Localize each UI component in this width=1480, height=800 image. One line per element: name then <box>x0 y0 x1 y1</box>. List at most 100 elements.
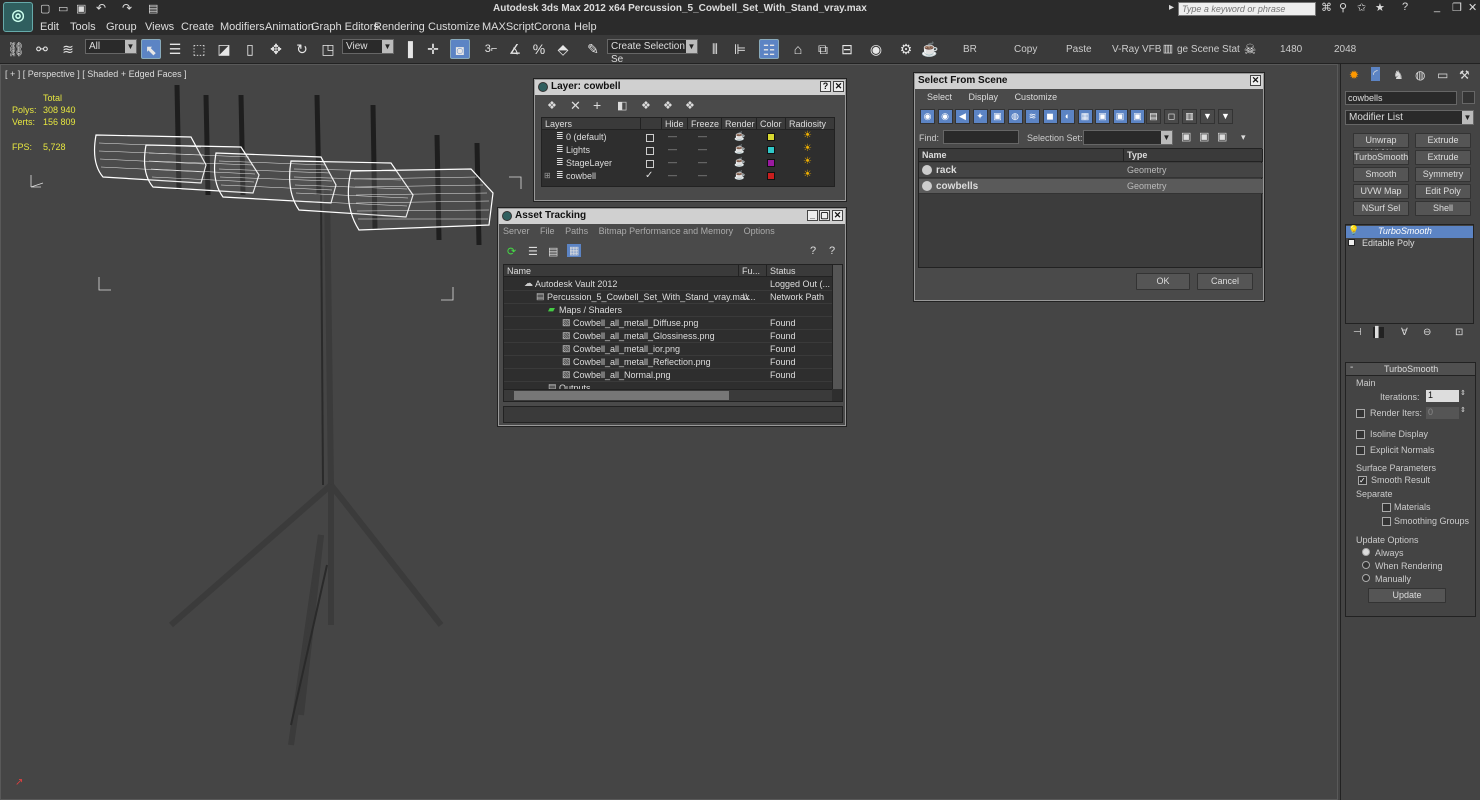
align-icon[interactable]: ⊫ <box>730 39 750 59</box>
manually-radio[interactable] <box>1362 574 1370 582</box>
scene-object-name[interactable]: cowbells <box>936 181 978 192</box>
spinner-arrows-icon[interactable]: ⇕ <box>1460 406 1466 414</box>
scene-stats-icon[interactable]: ▥ <box>1161 39 1175 59</box>
layer-window-titlebar[interactable]: Layer: cowbell ? ✕ <box>535 80 845 95</box>
named-selection-set-dropdown[interactable]: Create Selection Se ▼ <box>607 39 698 65</box>
quick-access-save-icon[interactable]: ▣ <box>76 2 86 15</box>
options-arrow-icon[interactable]: ▾ <box>1241 132 1246 143</box>
modifier-button[interactable]: Edit Poly <box>1415 184 1471 199</box>
hide-dash-icon[interactable]: — <box>668 170 677 180</box>
menu-rendering[interactable]: Rendering <box>374 21 425 33</box>
col-freeze[interactable]: Freeze <box>688 118 722 130</box>
menu-tools[interactable]: Tools <box>70 21 96 33</box>
col-name[interactable]: Name <box>504 265 739 277</box>
layer-row[interactable]: ≣ StageLayer — — ☕ ☀ <box>542 156 834 170</box>
hide-dash-icon[interactable]: — <box>668 131 677 141</box>
help-icon[interactable]: ? <box>1402 1 1408 13</box>
asset-row[interactable]: ▤ Percussion_5_Cowbell_Set_With_Stand_vra… <box>504 291 832 304</box>
display-lights-icon[interactable]: ✦ <box>972 109 988 124</box>
utilities-tab-icon[interactable]: ⚒ <box>1459 68 1470 82</box>
asset-name[interactable]: Cowbell_all_metall_Diffuse.png <box>573 318 698 328</box>
menu-group[interactable]: Group <box>106 21 137 33</box>
toolbar-vray-vfb[interactable]: V-Ray VFB <box>1112 44 1161 55</box>
select-none-icon[interactable]: ▣ <box>1199 130 1209 143</box>
material-editor-icon[interactable]: ◉ <box>866 39 886 59</box>
bind-to-space-warp-icon[interactable]: ≋ <box>58 39 78 59</box>
close-icon[interactable]: ✕ <box>1468 1 1477 14</box>
freeze-all-icon[interactable]: ❖ <box>685 99 695 112</box>
toolbar-paste[interactable]: Paste <box>1066 44 1092 55</box>
scene-object-row[interactable]: rack Geometry <box>919 163 1263 178</box>
vertical-scrollbar[interactable] <box>832 265 842 389</box>
menu-views[interactable]: Views <box>145 21 174 33</box>
asset-row[interactable]: ▰ Maps / Shaders <box>504 304 832 317</box>
close-icon[interactable]: ✕ <box>833 81 844 92</box>
star-icon[interactable]: ★ <box>1375 1 1385 14</box>
rotate-icon[interactable]: ↻ <box>292 39 312 59</box>
modifier-button[interactable]: Extrude <box>1415 150 1471 165</box>
help-icon[interactable]: ? <box>820 81 831 92</box>
asset-row[interactable]: ▧ Cowbell_all_metall_Reflection.png Found <box>504 356 832 369</box>
layer-name[interactable]: 0 (default) <box>566 132 607 142</box>
layer-row[interactable]: ⊞ ≣ cowbell ✓ — — ☕ ☀ <box>542 169 834 183</box>
render-teapot-icon[interactable]: ☕ <box>734 131 745 142</box>
freeze-dash-icon[interactable]: — <box>698 157 707 167</box>
schematic-view-icon[interactable]: ⊟ <box>837 39 857 59</box>
keyboard-shortcut-override-icon[interactable]: ◙ <box>450 39 470 59</box>
scene-geometry[interactable] <box>1 65 561 765</box>
selection-set-dropdown[interactable]: ▼ <box>1083 130 1173 145</box>
col-radiosity[interactable]: Radiosity <box>786 118 835 130</box>
asset-name[interactable]: Maps / Shaders <box>559 305 622 315</box>
display-spacewarps-icon[interactable]: ≋ <box>1025 109 1040 124</box>
add-to-layer-icon[interactable]: + <box>593 97 601 113</box>
col-full-path[interactable]: Fu... <box>739 265 767 277</box>
search-arrow-icon[interactable]: ▸ <box>1169 2 1174 13</box>
rollout-header[interactable]: - TurboSmooth <box>1346 362 1475 376</box>
app-logo-icon[interactable]: ◎ <box>3 2 33 32</box>
pin-stack-icon[interactable]: ⊣ <box>1353 327 1362 338</box>
table-view-icon[interactable]: ▦ <box>567 244 582 257</box>
help-icon[interactable]: ? <box>810 245 816 257</box>
render-teapot-icon[interactable]: ☕ <box>734 157 745 168</box>
freeze-dash-icon[interactable]: — <box>698 144 707 154</box>
filter-icon[interactable]: ▼ <box>1200 109 1215 124</box>
col-render[interactable]: Render <box>722 118 757 130</box>
asset-name[interactable]: Cowbell_all_metall_Glossiness.png <box>573 331 715 341</box>
reference-coordinate-dropdown[interactable]: View ▼ <box>342 39 394 54</box>
show-end-result-icon[interactable]: ▌ <box>1373 327 1385 338</box>
toolbar-copy[interactable]: Copy <box>1014 44 1037 55</box>
delete-layer-icon[interactable]: ✕ <box>570 98 581 114</box>
render-frame-icon[interactable]: ☕ <box>920 39 940 59</box>
list-view-icon[interactable]: ☰ <box>528 245 538 258</box>
stack-item-editable-poly[interactable]: Editable Poly <box>1346 238 1473 250</box>
binoculars-icon[interactable]: ⌘ <box>1321 1 1332 14</box>
refresh-icon[interactable]: ⟳ <box>507 245 516 258</box>
asset-row[interactable]: ▧ Cowbell_all_Normal.png Found <box>504 369 832 382</box>
asset-name[interactable]: Cowbell_all_metall_ior.png <box>573 344 680 354</box>
pivot-center-icon[interactable]: ▐ <box>398 39 418 59</box>
make-unique-icon[interactable]: ∀ <box>1401 327 1408 338</box>
move-icon[interactable]: ✥ <box>266 39 286 59</box>
layer-name[interactable]: StageLayer <box>566 158 612 168</box>
render-setup-icon[interactable]: ⚙ <box>896 39 916 59</box>
select-invert-icon[interactable]: ▣ <box>1217 130 1227 143</box>
set-current-checkbox[interactable] <box>646 160 654 168</box>
select-all-icon[interactable]: ▣ <box>1181 130 1191 143</box>
menu-customize[interactable]: Customize <box>428 21 480 33</box>
display-invert-icon[interactable]: ◻ <box>1164 109 1179 124</box>
radiosity-icon[interactable]: ☀ <box>803 169 812 180</box>
graphite-ribbon-icon[interactable]: ⌂ <box>788 39 808 59</box>
minimize-icon[interactable]: _ <box>1434 1 1440 13</box>
modifier-button[interactable]: Unwrap UVW <box>1353 133 1409 158</box>
modifier-button[interactable]: UVW Map <box>1353 184 1409 199</box>
percent-snap-icon[interactable]: % <box>529 39 549 59</box>
hide-dash-icon[interactable]: — <box>668 157 677 167</box>
display-none-icon[interactable]: ◉ <box>920 109 935 124</box>
menu-modifiers[interactable]: Modifiers <box>220 21 265 33</box>
isoline-display-checkbox[interactable] <box>1356 430 1365 439</box>
col-status[interactable]: Status <box>767 265 833 277</box>
skull-icon[interactable]: ☠ <box>1240 39 1260 59</box>
context-help-icon[interactable]: ? <box>829 245 835 257</box>
quick-access-open-icon[interactable]: ▭ <box>58 2 68 15</box>
remove-modifier-icon[interactable]: ⊖ <box>1423 327 1431 338</box>
